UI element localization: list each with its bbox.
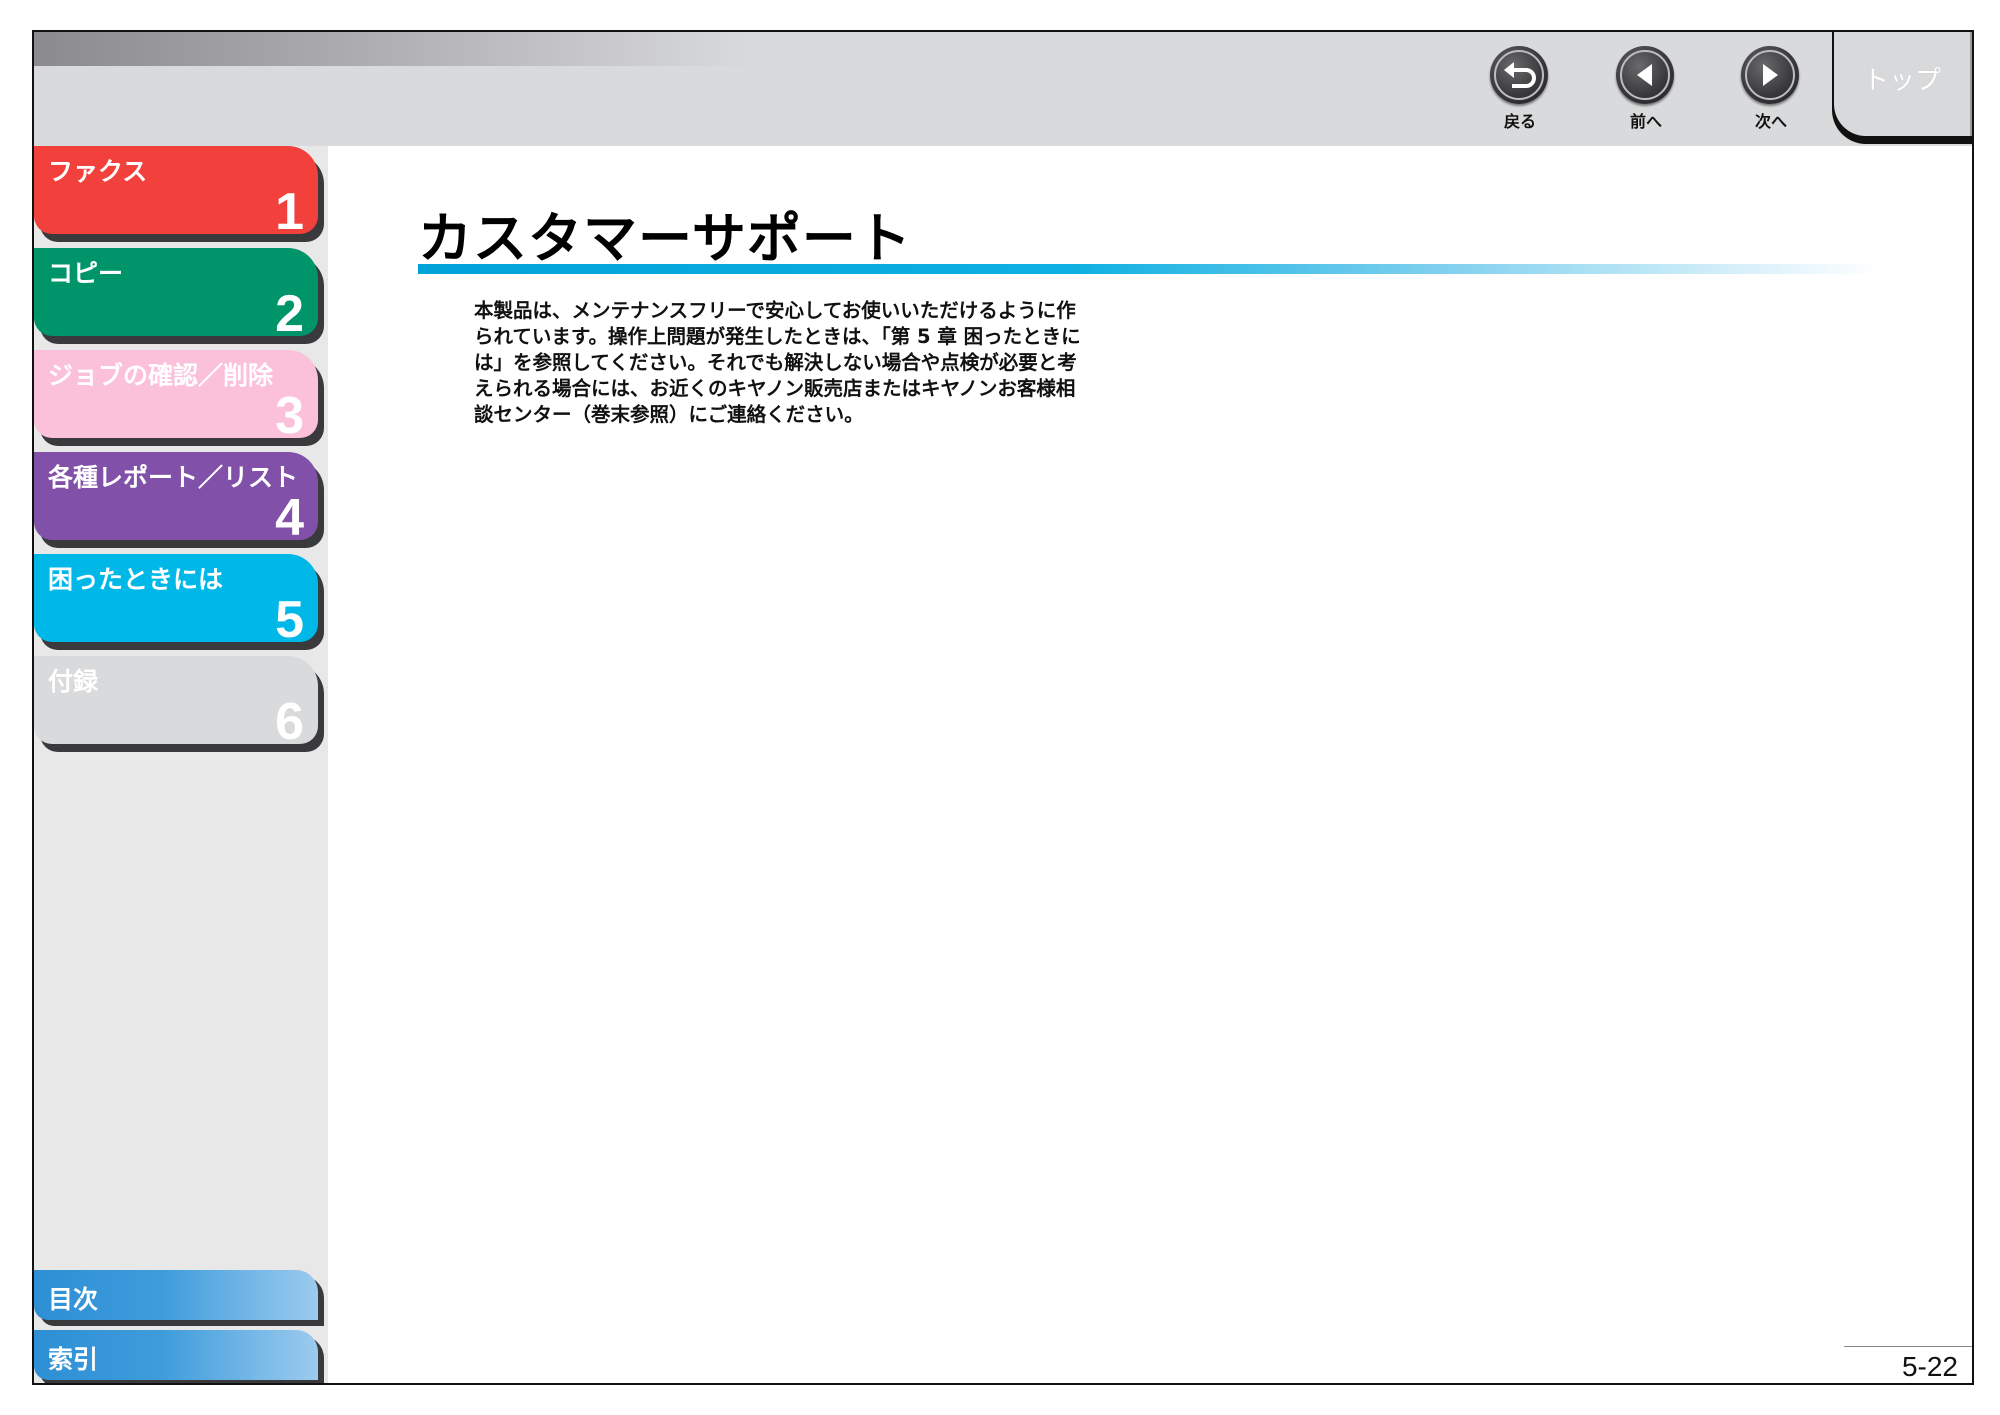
page-title: カスタマーサポート <box>418 207 912 270</box>
triangle-left-icon <box>1616 46 1674 104</box>
title-underline <box>418 264 1878 274</box>
chapter-tab-4[interactable]: 各種レポート／リスト 4 <box>34 452 324 552</box>
chapter-title: 各種レポート／リスト <box>48 463 299 492</box>
next-label: 次へ <box>1754 112 1787 131</box>
page-frame: 戻る 前へ 次へ トップ ファクス 1 コピー 2 ジョブの確認／削除 3 各種… <box>32 30 1974 1385</box>
chapter-number: 6 <box>275 693 304 744</box>
chapter-tab-2[interactable]: コピー 2 <box>34 248 324 348</box>
previous-page-button[interactable]: 前へ <box>1606 46 1686 131</box>
index-label: 索引 <box>48 1345 99 1374</box>
chapter-tab-3[interactable]: ジョブの確認／削除 3 <box>34 350 324 450</box>
chapter-number: 2 <box>275 285 304 336</box>
chapter-tab-body: ファクス 1 <box>34 146 318 234</box>
chapter-number: 4 <box>275 489 304 540</box>
main-content: カスタマーサポート 本製品は、メンテナンスフリーで安心してお使いいただけるように… <box>328 146 1972 1383</box>
top-tab-label[interactable]: トップ <box>1834 32 1972 136</box>
chapter-tab-body: 困ったときには 5 <box>34 554 318 642</box>
chapter-tab-1[interactable]: ファクス 1 <box>34 146 324 246</box>
back-label: 戻る <box>1503 112 1536 131</box>
page-number-divider <box>1844 1346 1972 1347</box>
chapter-tab-body: コピー 2 <box>34 248 318 336</box>
top-toolbar: 戻る 前へ 次へ トップ <box>34 32 1972 146</box>
chapter-tab-body: ジョブの確認／削除 3 <box>34 350 318 438</box>
chapter-number: 3 <box>275 387 304 438</box>
chapter-title: ジョブの確認／削除 <box>48 361 274 390</box>
contents-link-body: 目次 <box>34 1270 318 1320</box>
return-arrow-icon <box>1490 46 1548 104</box>
chapter-tab-6[interactable]: 付録 6 <box>34 656 324 756</box>
page-number: 5-22 <box>1901 1351 1958 1382</box>
contents-link[interactable]: 目次 <box>34 1270 324 1328</box>
index-link-body: 索引 <box>34 1330 318 1380</box>
chapter-tab-body: 付録 6 <box>34 656 318 744</box>
previous-label: 前へ <box>1629 112 1662 131</box>
contents-label: 目次 <box>48 1285 99 1314</box>
triangle-right-icon <box>1741 46 1799 104</box>
chapter-title: 困ったときには <box>48 565 224 594</box>
chapter-number: 1 <box>275 183 304 234</box>
chapter-title: ファクス <box>48 157 148 186</box>
index-link[interactable]: 索引 <box>34 1330 324 1383</box>
top-tab[interactable]: トップ <box>1832 32 1972 144</box>
body-paragraph: 本製品は、メンテナンスフリーで安心してお使いいただけるように作 られています。操… <box>474 299 1081 426</box>
chapter-tab-5[interactable]: 困ったときには 5 <box>34 554 324 654</box>
chapter-title: 付録 <box>48 667 99 696</box>
back-button[interactable]: 戻る <box>1480 46 1560 131</box>
chapter-title: コピー <box>48 259 124 288</box>
chapter-tab-body: 各種レポート／リスト 4 <box>34 452 318 540</box>
next-page-button[interactable]: 次へ <box>1731 46 1811 131</box>
chapter-sidebar: ファクス 1 コピー 2 ジョブの確認／削除 3 各種レポート／リスト 4 困っ… <box>34 146 328 1383</box>
toolbar-gradient-strip <box>34 32 754 66</box>
chapter-number: 5 <box>275 591 304 642</box>
